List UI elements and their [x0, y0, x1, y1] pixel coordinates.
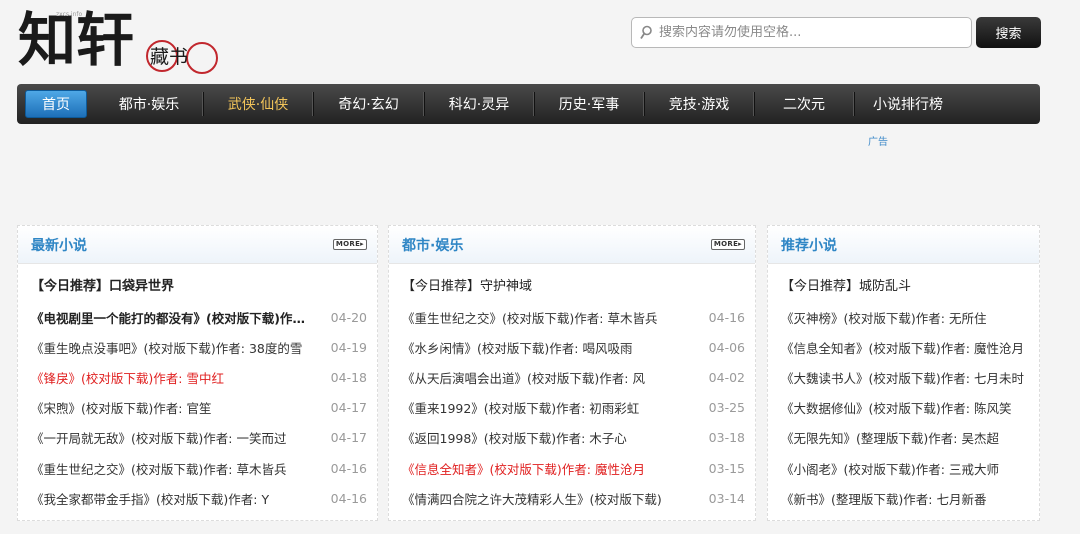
panel-latest: 最新小说 MORE▸ 【今日推荐】口袋异世界 《电视剧里一个能打的都没有》(校对…: [17, 225, 378, 521]
novel-link[interactable]: 《水乡闲情》(校对版下载)作者: 喝风吸雨: [402, 338, 632, 357]
novel-date: 04-06: [708, 339, 745, 355]
list-item: 《重来1992》(校对版下载)作者: 初雨彩虹 03-25: [402, 393, 745, 423]
novel-date: 04-16: [330, 490, 367, 506]
novel-link[interactable]: 《信息全知者》(校对版下载)作者: 魔性沧月: [781, 338, 1024, 357]
search-bar: 搜索: [631, 17, 1041, 48]
logo-seal-1: 藏书: [150, 46, 188, 68]
novel-link[interactable]: 《一开局就无敌》(校对版下载)作者: 一笑而过: [31, 428, 286, 447]
novel-date: 04-02: [708, 369, 745, 385]
panel-urban: 都市·娱乐 MORE▸ 【今日推荐】守护神域 《重生世纪之交》(校对版下载)作者…: [388, 225, 756, 521]
novel-link[interactable]: 《信息全知者》(校对版下载)作者: 魔性沧月: [402, 459, 645, 478]
search-button[interactable]: 搜索: [976, 17, 1041, 48]
novel-link[interactable]: 《无限先知》(整理版下载)作者: 吴杰超: [781, 428, 999, 447]
list-item: 《新书》(整理版下载)作者: 七月新番: [781, 483, 1029, 513]
list-item: 《重生晚点没事吧》(校对版下载)作者: 38度的雪 04-19: [31, 332, 367, 362]
novel-list: 【今日推荐】口袋异世界 《电视剧里一个能打的都没有》(校对版下载)作者: 吃瓜子…: [18, 264, 377, 513]
panel-header: 最新小说 MORE▸: [18, 226, 377, 264]
panel-header: 推荐小说: [768, 226, 1039, 264]
search-input[interactable]: [659, 25, 959, 40]
list-item: 《锋戾》(校对版下载)作者: 雪中红 04-18: [31, 362, 367, 392]
novel-date: 03-15: [708, 460, 745, 476]
novel-list: 【今日推荐】城防乱斗 《灭神榜》(校对版下载)作者: 无所住 《信息全知者》(校…: [768, 264, 1039, 513]
panel-recommended: 推荐小说 【今日推荐】城防乱斗 《灭神榜》(校对版下载)作者: 无所住 《信息全…: [767, 225, 1040, 521]
novel-link[interactable]: 《灭神榜》(校对版下载)作者: 无所住: [781, 308, 986, 327]
nav-home[interactable]: 首页: [25, 90, 87, 118]
list-item: 《大魏读书人》(校对版下载)作者: 七月未时: [781, 362, 1029, 392]
list-item: 《重生世纪之交》(校对版下载)作者: 草木皆兵 04-16: [402, 302, 745, 332]
novel-date: 04-17: [330, 400, 367, 416]
novel-date: 04-18: [330, 369, 367, 385]
novel-link[interactable]: 《大数据修仙》(校对版下载)作者: 陈风笑: [781, 398, 1011, 417]
list-item: 《水乡闲情》(校对版下载)作者: 喝风吸雨 04-06: [402, 332, 745, 362]
nav-wuxia-xianxia[interactable]: 武侠·仙侠: [203, 84, 313, 124]
nav-scifi-supernatural[interactable]: 科幻·灵异: [424, 84, 534, 124]
list-item: 《信息全知者》(校对版下载)作者: 魔性沧月: [781, 332, 1029, 362]
novel-date: 03-25: [708, 400, 745, 416]
novel-date: 03-18: [708, 430, 745, 446]
featured-recommendation[interactable]: 【今日推荐】口袋异世界: [31, 272, 367, 302]
list-item: 《小阁老》(校对版下载)作者: 三戒大师: [781, 453, 1029, 483]
featured-recommendation[interactable]: 【今日推荐】守护神域: [402, 272, 745, 302]
novel-link[interactable]: 《重生晚点没事吧》(校对版下载)作者: 38度的雪: [31, 338, 302, 357]
novel-link[interactable]: 《重生世纪之交》(校对版下载)作者: 草木皆兵: [402, 308, 657, 327]
novel-link[interactable]: 《从天后演唱会出道》(校对版下载)作者: 风: [402, 368, 645, 387]
novel-link[interactable]: 《电视剧里一个能打的都没有》(校对版下载)作者: 吃瓜子群众: [31, 308, 316, 327]
search-icon: [640, 25, 652, 39]
list-item: 《宋煦》(校对版下载)作者: 官笙 04-17: [31, 393, 367, 423]
novel-date: 04-20: [330, 309, 367, 325]
nav-anime[interactable]: 二次元: [754, 84, 854, 124]
novel-date: 04-16: [330, 460, 367, 476]
novel-link[interactable]: 《宋煦》(校对版下载)作者: 官笙: [31, 398, 211, 417]
list-item: 《信息全知者》(校对版下载)作者: 魔性沧月 03-15: [402, 453, 745, 483]
panel-title[interactable]: 最新小说: [31, 235, 87, 255]
featured-recommendation[interactable]: 【今日推荐】城防乱斗: [781, 272, 1029, 302]
list-item: 《电视剧里一个能打的都没有》(校对版下载)作者: 吃瓜子群众 04-20: [31, 302, 367, 332]
nav-fantasy[interactable]: 奇幻·玄幻: [313, 84, 424, 124]
panel-header: 都市·娱乐 MORE▸: [389, 226, 755, 264]
novel-date: 04-19: [330, 339, 367, 355]
more-button[interactable]: MORE▸: [332, 239, 367, 250]
list-item: 《无限先知》(整理版下载)作者: 吴杰超: [781, 423, 1029, 453]
novel-link[interactable]: 《大魏读书人》(校对版下载)作者: 七月未时: [781, 368, 1024, 387]
list-item: 《一开局就无敌》(校对版下载)作者: 一笑而过 04-17: [31, 423, 367, 453]
list-item: 《返回1998》(校对版下载)作者: 木子心 03-18: [402, 423, 745, 453]
novel-link[interactable]: 《重生世纪之交》(校对版下载)作者: 草木皆兵: [31, 459, 286, 478]
list-item: 《我全家都带金手指》(校对版下载)作者: Y 04-16: [31, 483, 367, 513]
novel-link[interactable]: 《我全家都带金手指》(校对版下载)作者: Y: [31, 489, 269, 508]
ad-label[interactable]: 广告: [868, 133, 888, 148]
nav-history-military[interactable]: 历史·军事: [534, 84, 644, 124]
more-button[interactable]: MORE▸: [710, 239, 745, 250]
novel-link[interactable]: 《情满四合院之许大茂精彩人生》(校对版下载): [402, 489, 662, 508]
novel-date: 04-17: [330, 430, 367, 446]
list-item: 《灭神榜》(校对版下载)作者: 无所住: [781, 302, 1029, 332]
novel-date: 04-16: [708, 309, 745, 325]
main-nav: 首页 都市·娱乐 武侠·仙侠 奇幻·玄幻 科幻·灵异 历史·军事 竞技·游戏 二…: [17, 84, 1040, 124]
novel-date: 03-14: [708, 490, 745, 506]
logo-small-text: zxcs.info: [56, 11, 83, 18]
novel-link[interactable]: 《返回1998》(校对版下载)作者: 木子心: [402, 428, 627, 447]
list-item: 《情满四合院之许大茂精彩人生》(校对版下载) 03-14: [402, 483, 745, 513]
novel-link[interactable]: 《新书》(整理版下载)作者: 七月新番: [781, 489, 986, 508]
novel-link[interactable]: 《锋戾》(校对版下载)作者: 雪中红: [31, 368, 224, 387]
panel-title[interactable]: 都市·娱乐: [402, 235, 463, 255]
site-logo[interactable]: 知轩 zxcs.info 藏书: [16, 4, 226, 80]
novel-list: 【今日推荐】守护神域 《重生世纪之交》(校对版下载)作者: 草木皆兵 04-16…: [389, 264, 755, 513]
panel-title[interactable]: 推荐小说: [781, 235, 837, 255]
list-item: 《从天后演唱会出道》(校对版下载)作者: 风 04-02: [402, 362, 745, 392]
search-field[interactable]: [631, 17, 972, 48]
nav-gaming[interactable]: 竞技·游戏: [644, 84, 754, 124]
nav-rankings[interactable]: 小说排行榜: [854, 84, 962, 124]
list-item: 《重生世纪之交》(校对版下载)作者: 草木皆兵 04-16: [31, 453, 367, 483]
nav-urban-entertainment[interactable]: 都市·娱乐: [95, 84, 203, 124]
logo-image: 知轩 zxcs.info 藏书: [18, 6, 218, 74]
novel-link[interactable]: 《小阁老》(校对版下载)作者: 三戒大师: [781, 459, 999, 478]
list-item: 《大数据修仙》(校对版下载)作者: 陈风笑: [781, 393, 1029, 423]
novel-link[interactable]: 《重来1992》(校对版下载)作者: 初雨彩虹: [402, 398, 639, 417]
